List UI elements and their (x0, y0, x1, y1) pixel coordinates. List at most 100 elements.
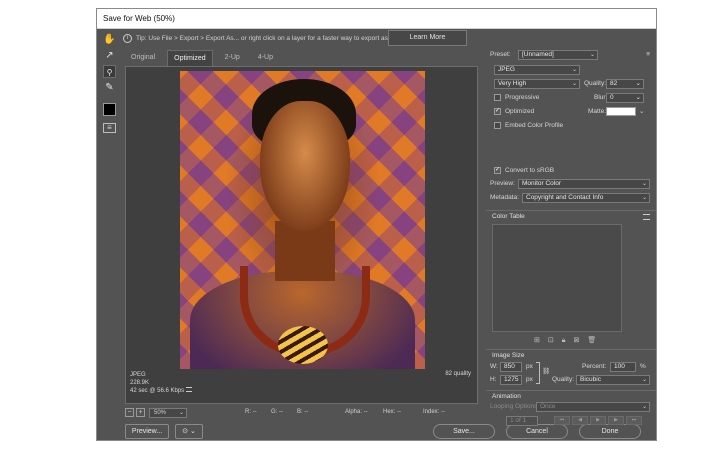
learn-more-button[interactable]: Learn More (388, 30, 467, 46)
chevron-down-icon: ⌄ (641, 195, 647, 201)
readout-index: Index: -- (423, 409, 446, 415)
blur-input[interactable]: 0 ⌄ (606, 93, 644, 103)
metadata-row: Metadata: Copyright and Contact Info ⌄ (490, 192, 650, 204)
readout-r: R: -- (245, 409, 257, 415)
looping-options-select[interactable]: Once ⌄ (536, 402, 650, 412)
lock-color-icon[interactable]: 🔒︎ (562, 337, 574, 344)
color-table-header: Color Table (486, 210, 656, 222)
optimized-info: JPEG 228.9K 42 sec @ 56.6 Kbps (130, 371, 193, 395)
readout-alpha: Alpha: -- (345, 409, 368, 415)
optimized-quality: 82 quality (445, 371, 471, 377)
toggle-slices-visibility-icon[interactable]: ≡ (103, 123, 116, 133)
looping-row: Looping Options: Once ⌄ (490, 401, 650, 413)
settings-panel: Preset: [Unnamed] ⌄ ≡ JPEG ⌄ Very High ⌄ Qu… (486, 49, 656, 439)
width-label: W: (490, 363, 498, 370)
optimized-row: ✓ Optimized Matte: ⌄ (490, 106, 650, 118)
progressive-checkbox[interactable] (494, 93, 501, 101)
width-input[interactable]: 850 (500, 362, 522, 372)
eyedropper-color-swatch[interactable] (103, 103, 116, 116)
download-speed-menu-icon[interactable] (186, 387, 193, 392)
readout-g: G: -- (271, 409, 283, 415)
color-table-area (492, 224, 622, 332)
animation-controls: 1 of 1 ⏮ ◀ ▶ ▶ ⏭ (490, 415, 650, 427)
frame-counter: 1 of 1 (506, 416, 538, 426)
matte-color-swatch[interactable] (606, 107, 636, 116)
tab-2-up[interactable]: 2-Up (219, 50, 246, 66)
eyedropper-tool-icon[interactable]: ✎ (103, 81, 116, 94)
chevron-down-icon: ⌄ (641, 404, 647, 410)
height-input[interactable]: 1275 (500, 375, 522, 385)
preset-row: Preset: [Unnamed] ⌄ ≡ (490, 49, 650, 61)
width-row: W: 850 px ⛓ Percent: 100 % (490, 361, 650, 384)
progressive-row: Progressive Blur: 0 ⌄ (490, 92, 650, 104)
embed-profile-row: Embed Color Profile (490, 120, 650, 132)
image-preview-pane[interactable]: JPEG 228.9K 42 sec @ 56.6 Kbps 82 qualit… (125, 66, 478, 404)
zoom-tool-icon[interactable]: ⚲ (103, 65, 116, 78)
delete-color-icon[interactable]: 🗑︎ (587, 337, 604, 344)
matte-label: Matte: (588, 108, 607, 115)
percent-unit: % (640, 363, 646, 370)
preview-mode-row: Preview: Monitor Color ⌄ (490, 178, 650, 190)
last-frame-icon[interactable]: ⏭ (626, 416, 642, 425)
portrait-face (260, 101, 350, 231)
percent-label: Percent: (582, 363, 607, 370)
settings-menu-icon[interactable]: ≡ (646, 49, 650, 61)
map-color-icon[interactable]: ⊞ (534, 337, 548, 344)
toolbox: ✋ ↗ ⚲ ✎ ≡ (97, 31, 121, 141)
tab-4-up[interactable]: 4-Up (252, 50, 279, 66)
hand-tool-icon[interactable]: ✋ (103, 33, 116, 46)
tab-original[interactable]: Original (125, 50, 161, 66)
metadata-select[interactable]: Copyright and Contact Info ⌄ (522, 193, 650, 203)
browser-preview-menu[interactable]: ⊙ ⌄ (175, 424, 203, 439)
quality-input[interactable]: 82 ⌄ (606, 79, 644, 89)
height-unit: px (526, 376, 533, 383)
optimized-checkbox[interactable]: ✓ (494, 107, 501, 115)
preview-mode-label: Preview: (490, 180, 515, 187)
first-frame-icon[interactable]: ⏮ (554, 416, 570, 425)
chevron-down-icon: ⌄ (571, 81, 577, 87)
color-table-menu-icon[interactable] (643, 214, 650, 220)
tab-optimized[interactable]: Optimized (167, 50, 213, 66)
resample-quality-select[interactable]: Bicubic ⌄ (576, 375, 650, 385)
width-unit: px (526, 363, 533, 370)
portrait-image (180, 71, 425, 369)
file-format-select[interactable]: JPEG ⌄ (494, 65, 580, 75)
convert-srgb-row: ✓ Convert to sRGB (490, 165, 650, 177)
preset-select[interactable]: [Unnamed] ⌄ (518, 50, 598, 60)
format-row: JPEG ⌄ (490, 64, 650, 76)
quality-preset-select[interactable]: Very High ⌄ (494, 79, 580, 89)
chevron-down-icon: ⌄ (589, 52, 595, 58)
optimized-file-size: 228.9K (130, 380, 150, 386)
percent-input[interactable]: 100 (610, 362, 636, 372)
previous-frame-icon[interactable]: ◀ (572, 416, 588, 425)
embed-color-profile-checkbox[interactable] (494, 121, 501, 129)
metadata-label: Metadata: (490, 194, 519, 201)
readout-hex: Hex: -- (383, 409, 401, 415)
chevron-down-icon[interactable]: ⌄ (639, 106, 644, 118)
convert-srgb-checkbox[interactable]: ✓ (494, 166, 501, 174)
optimized-format: JPEG (130, 372, 146, 378)
add-color-icon[interactable]: ⊠ (573, 337, 587, 344)
preview-mode-select[interactable]: Monitor Color ⌄ (518, 179, 650, 189)
portrait-pendant (278, 326, 328, 364)
tip-text: Tip: Use File > Export > Export As... or… (136, 35, 400, 42)
info-icon: i (123, 33, 132, 43)
view-tabs: Original Optimized 2-Up 4-Up (125, 50, 285, 66)
play-icon[interactable]: ▶ (590, 416, 606, 425)
preset-label: Preset: (490, 51, 511, 58)
slice-select-tool-icon[interactable]: ↗ (103, 49, 116, 62)
resample-quality-label: Quality: (552, 376, 575, 383)
preview-button[interactable]: Preview... (125, 424, 169, 439)
zoom-in-icon[interactable]: + (136, 408, 145, 417)
download-time: 42 sec @ 56.6 Kbps (130, 388, 185, 394)
quality-label: Quality: (584, 80, 607, 87)
status-bar: − + 50% ⌄ R: -- G: -- B: -- Alpha: -- Hex… (125, 408, 478, 420)
web-shift-icon[interactable]: ⊡ (548, 337, 562, 344)
height-row: H: 1275 px Quality: Bicubic ⌄ (490, 374, 650, 386)
progressive-label: Progressive (505, 94, 540, 101)
next-frame-icon[interactable]: ▶ (608, 416, 624, 425)
zoom-level-select[interactable]: 50% ⌄ (149, 408, 187, 418)
embed-color-profile-label: Embed Color Profile (505, 122, 564, 129)
zoom-out-icon[interactable]: − (125, 408, 134, 417)
height-label: H: (490, 376, 497, 383)
